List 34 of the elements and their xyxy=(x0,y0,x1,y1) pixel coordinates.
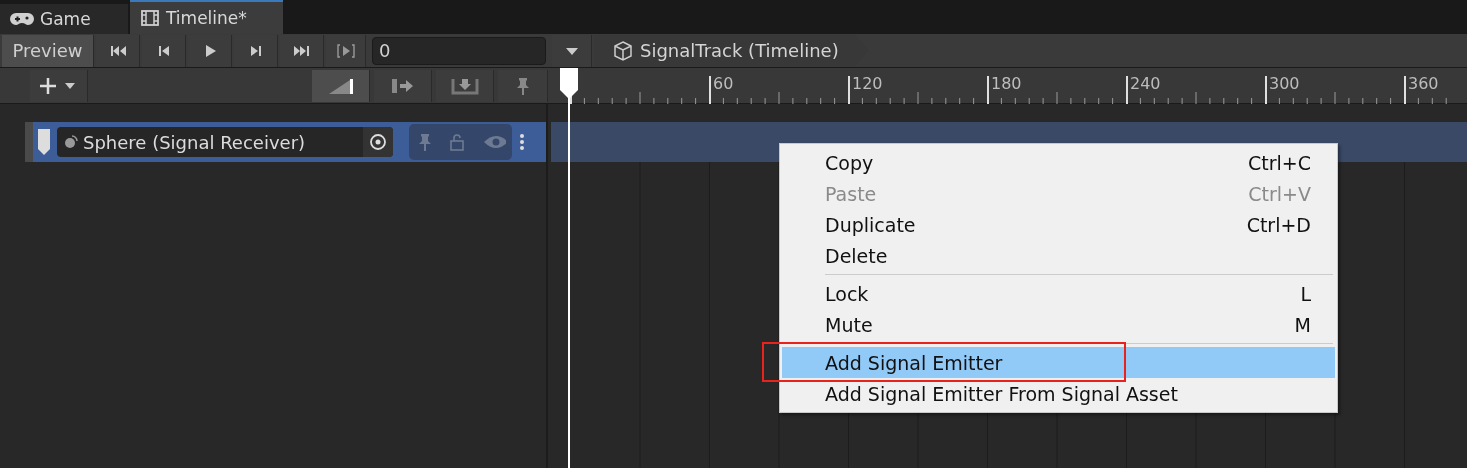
menu-item[interactable]: Add Signal Emitter xyxy=(782,347,1335,378)
film-icon xyxy=(140,8,160,28)
menu-item[interactable]: Duplicate Ctrl+D xyxy=(782,209,1335,240)
tab[interactable]: Timeline* xyxy=(130,0,283,34)
tick-label: 60 xyxy=(713,74,734,93)
breadcrumb-label: SignalTrack (Timeline) xyxy=(640,40,839,61)
pin-button[interactable] xyxy=(498,69,548,102)
playhead[interactable] xyxy=(559,68,579,468)
snap-button[interactable] xyxy=(374,69,432,102)
more-icon xyxy=(518,132,526,152)
track-marker-icon xyxy=(37,127,51,157)
tab[interactable]: Game xyxy=(0,4,128,34)
preview-button[interactable]: Preview xyxy=(2,34,94,67)
menu-item[interactable]: Copy Ctrl+C xyxy=(782,147,1335,178)
gamepad-icon xyxy=(10,11,34,27)
target-icon xyxy=(368,132,388,152)
tick-label: 120 xyxy=(852,74,883,93)
binding-label: Sphere (Signal Receiver) xyxy=(83,131,306,153)
ripple-button[interactable] xyxy=(312,69,370,102)
caret-icon xyxy=(564,45,579,56)
tick-label: 240 xyxy=(1130,74,1161,93)
cube-icon xyxy=(612,39,634,62)
binding-field[interactable]: Sphere (Signal Receiver) xyxy=(57,127,393,157)
menu-item[interactable]: Mute M xyxy=(782,309,1335,340)
signal-icon xyxy=(63,134,79,150)
insert-button[interactable] xyxy=(436,69,494,102)
menu-item[interactable]: Delete xyxy=(782,240,1335,271)
tick-label: 300 xyxy=(1269,74,1300,93)
menu-item[interactable]: Lock L xyxy=(782,278,1335,309)
track-header[interactable]: Sphere (Signal Receiver) xyxy=(25,122,546,162)
tick-label: 360 xyxy=(1408,74,1439,93)
frame-field[interactable]: 0 xyxy=(372,36,546,65)
tick-label: 180 xyxy=(991,74,1022,93)
menu-item[interactable]: Add Signal Emitter From Signal Asset xyxy=(782,378,1335,409)
